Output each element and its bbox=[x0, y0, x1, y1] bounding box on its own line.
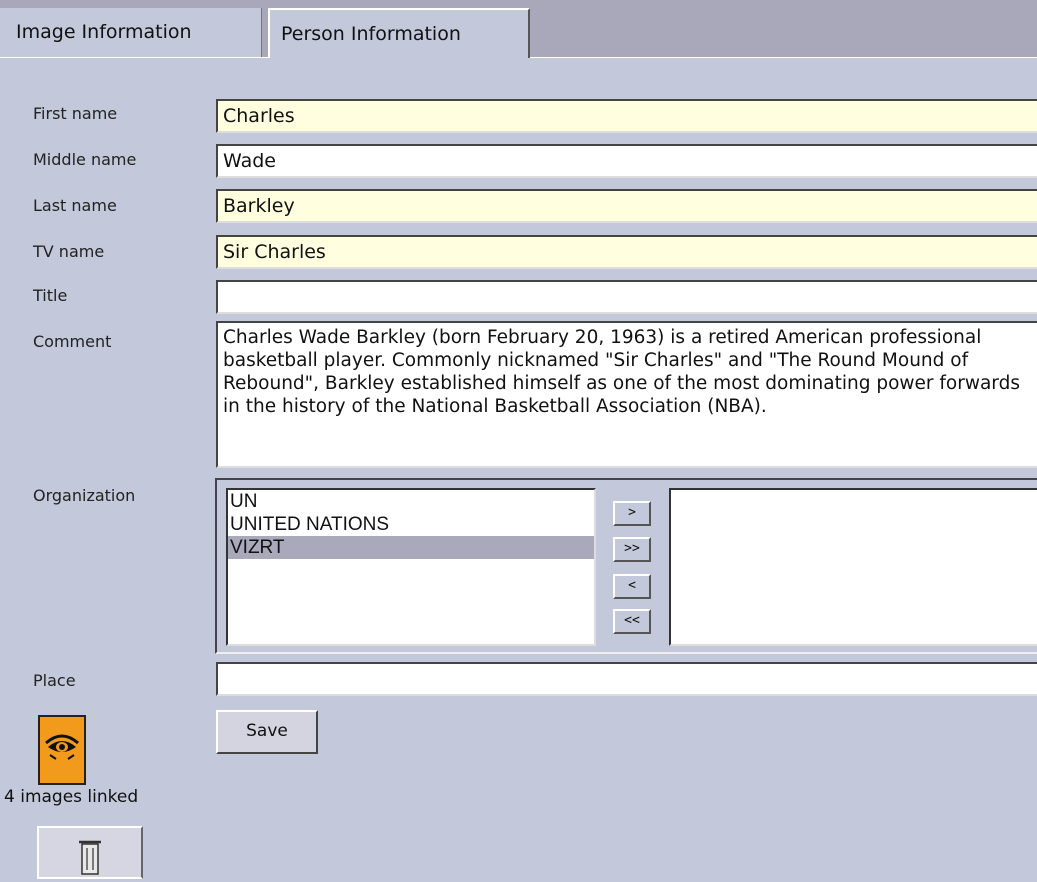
trash-icon bbox=[79, 840, 101, 875]
middle-name-label: Middle name bbox=[33, 150, 137, 169]
last-name-label: Last name bbox=[33, 196, 117, 215]
first-name-label: First name bbox=[33, 104, 118, 123]
comment-field[interactable]: Charles Wade Barkley (born February 20, … bbox=[216, 321, 1037, 468]
remove-button[interactable]: < bbox=[613, 574, 651, 599]
tv-name-label: TV name bbox=[33, 242, 105, 261]
delete-button[interactable] bbox=[37, 826, 143, 879]
title-label: Title bbox=[33, 286, 68, 305]
linked-images-button[interactable] bbox=[38, 715, 86, 785]
list-item[interactable]: UNITED NATIONS bbox=[228, 513, 594, 536]
place-label: Place bbox=[33, 671, 76, 690]
organization-label: Organization bbox=[33, 486, 136, 505]
add-button[interactable]: > bbox=[613, 501, 651, 526]
remove-all-button[interactable]: << bbox=[613, 609, 651, 634]
tv-name-field[interactable] bbox=[216, 235, 1037, 269]
middle-name-field[interactable] bbox=[216, 144, 1037, 178]
last-name-field[interactable] bbox=[216, 189, 1037, 223]
eye-icon bbox=[45, 734, 79, 760]
tab-bar: Image Information Person Information bbox=[0, 0, 1037, 58]
available-organizations-list[interactable]: UN UNITED NATIONS VIZRT bbox=[226, 488, 596, 646]
first-name-field[interactable] bbox=[216, 99, 1037, 133]
add-all-button[interactable]: >> bbox=[613, 537, 651, 562]
organization-picker: UN UNITED NATIONS VIZRT > >> < << bbox=[215, 478, 1037, 654]
save-button[interactable]: Save bbox=[216, 710, 318, 754]
place-field[interactable] bbox=[216, 662, 1037, 696]
tab-person-information[interactable]: Person Information bbox=[268, 8, 530, 58]
list-item[interactable]: VIZRT bbox=[228, 536, 594, 559]
comment-label: Comment bbox=[33, 332, 112, 351]
assigned-organizations-list[interactable] bbox=[669, 488, 1037, 646]
tab-image-information[interactable]: Image Information bbox=[0, 8, 262, 57]
linked-images-count: 4 images linked bbox=[4, 787, 139, 807]
list-item[interactable]: UN bbox=[228, 490, 594, 513]
title-field[interactable] bbox=[216, 280, 1037, 314]
